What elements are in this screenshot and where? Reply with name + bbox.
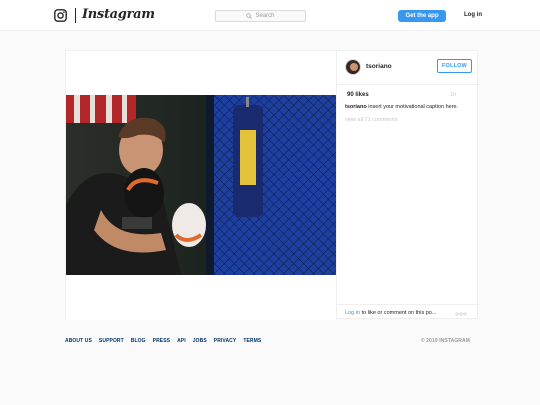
login-link[interactable]: Log in (464, 12, 482, 18)
comment-login-link[interactable]: Log in (345, 310, 360, 316)
comment-prompt-text: to like or comment on this po... (360, 310, 437, 316)
view-all-comments-link[interactable]: view all 71 comments (345, 117, 398, 123)
footer: ABOUT US SUPPORT BLOG PRESS API JOBS PRI… (65, 338, 470, 348)
search-placeholder: Search (255, 13, 275, 19)
copyright: © 2019 INSTAGRAM (420, 338, 470, 344)
footer-links: ABOUT US SUPPORT BLOG PRESS API JOBS PRI… (65, 338, 261, 344)
post-media (66, 51, 336, 320)
search-input[interactable]: Search (215, 10, 306, 22)
footer-link-support[interactable]: SUPPORT (99, 338, 124, 344)
footer-link-jobs[interactable]: JOBS (193, 338, 207, 344)
avatar[interactable] (345, 59, 361, 75)
post-username[interactable]: tsoriano (366, 63, 392, 70)
top-navigation-bar: Instagram Search Get the app Log in (0, 0, 540, 31)
avatar-image (346, 60, 360, 74)
logo-divider (75, 8, 76, 23)
post-caption: tsoriano insert your motivational captio… (345, 104, 458, 110)
likes-count[interactable]: 90 likes (347, 92, 369, 98)
caption-text: insert your motivational caption here. (366, 104, 459, 110)
get-the-app-button[interactable]: Get the app (398, 10, 446, 22)
more-horizontal-icon[interactable] (455, 312, 467, 316)
post-card: tsoriano FOLLOW 90 likes 1h tsoriano ins… (65, 50, 480, 320)
post-photo[interactable] (66, 95, 336, 275)
caption-username[interactable]: tsoriano (345, 104, 367, 110)
comment-prompt-bar: Log in to like or comment on this po... (337, 304, 480, 320)
footer-link-api[interactable]: API (177, 338, 186, 344)
post-timestamp: 1h (450, 92, 457, 98)
footer-link-press[interactable]: PRESS (153, 338, 170, 344)
post-header: tsoriano FOLLOW (337, 51, 480, 85)
search-icon (246, 13, 253, 19)
footer-link-blog[interactable]: BLOG (131, 338, 146, 344)
footer-link-terms[interactable]: TERMS (243, 338, 261, 344)
post-sidebar: tsoriano FOLLOW 90 likes 1h tsoriano ins… (336, 51, 480, 320)
footer-link-privacy[interactable]: PRIVACY (214, 338, 237, 344)
follow-button[interactable]: FOLLOW (437, 59, 472, 73)
instagram-wordmark[interactable]: Instagram (82, 7, 155, 22)
footer-link-about[interactable]: ABOUT US (65, 338, 92, 344)
comment-prompt: Log in to like or comment on this po... (345, 310, 436, 316)
instagram-camera-icon[interactable] (54, 9, 67, 22)
